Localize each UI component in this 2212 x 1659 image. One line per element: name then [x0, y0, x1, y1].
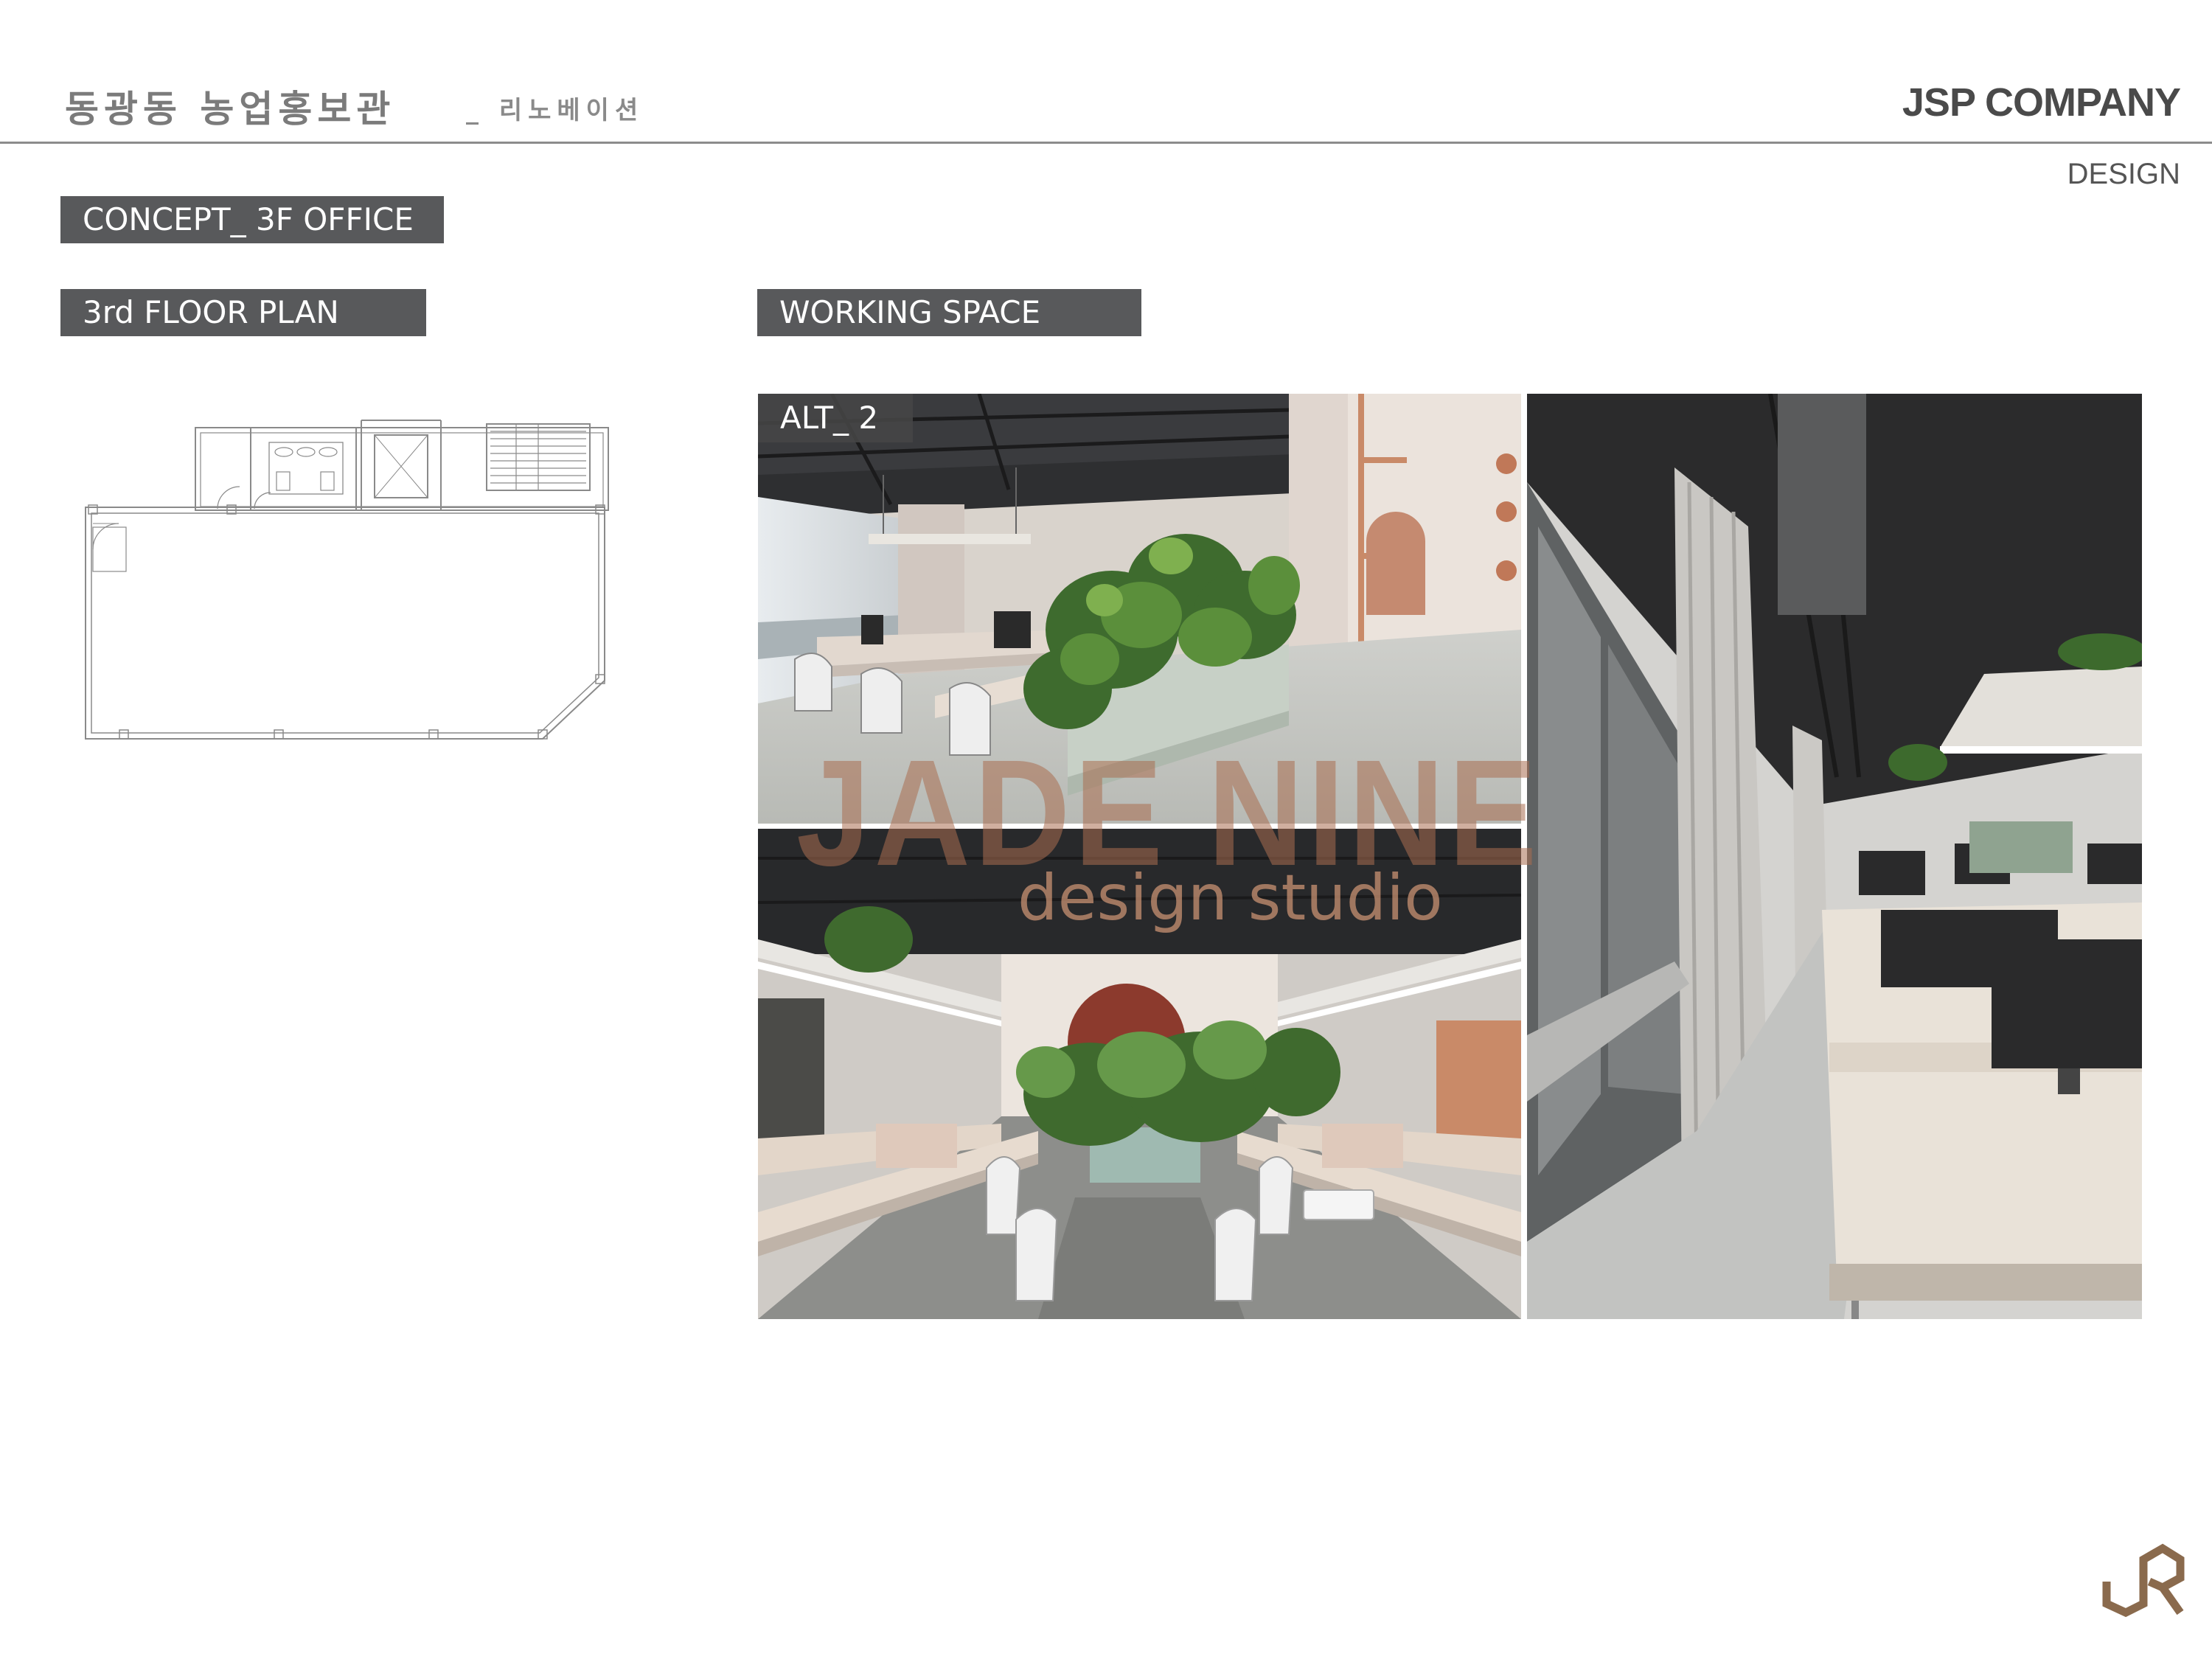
floor-plan-label: 3rd FLOOR PLAN: [60, 289, 426, 336]
concept-label: CONCEPT_ 3F OFFICE: [60, 196, 444, 243]
office-photo-corridor: [1527, 394, 2142, 1319]
section-label: DESIGN: [2067, 158, 2180, 190]
alternative-tag: ALT_ 2: [758, 394, 913, 442]
jsp-company-logo-icon: [2098, 1530, 2186, 1618]
company-name: JSP COMPANY: [1902, 80, 2181, 125]
watermark-studio-tagline: design studio: [1018, 861, 1443, 935]
project-subtitle: _ 리노베이션: [466, 96, 644, 125]
floor-plan-drawing: [74, 409, 619, 756]
project-title: 동광동 농업홍보관: [65, 88, 396, 131]
working-space-label: WORKING SPACE: [757, 289, 1141, 336]
header-divider: [0, 142, 2212, 144]
